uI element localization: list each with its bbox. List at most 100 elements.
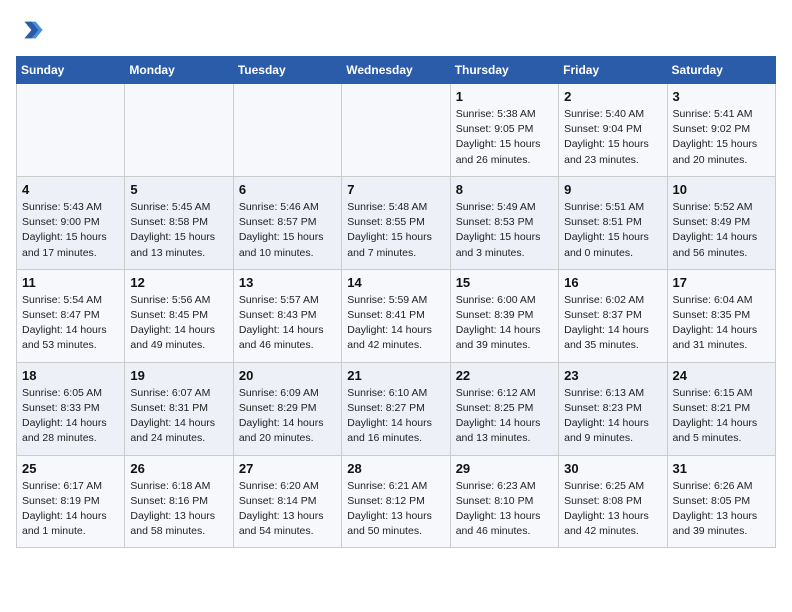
day-number: 6 [239, 182, 336, 197]
week-row-1: 1 Sunrise: 5:38 AM Sunset: 9:05 PM Daylig… [17, 84, 776, 177]
calendar-cell: 12 Sunrise: 5:56 AM Sunset: 8:45 PM Dayli… [125, 269, 233, 362]
day-number: 5 [130, 182, 227, 197]
day-number: 14 [347, 275, 444, 290]
calendar-table: SundayMondayTuesdayWednesdayThursdayFrid… [16, 56, 776, 548]
day-number: 20 [239, 368, 336, 383]
day-number: 19 [130, 368, 227, 383]
calendar-cell [125, 84, 233, 177]
day-number: 28 [347, 461, 444, 476]
header-tuesday: Tuesday [233, 57, 341, 84]
day-info: Sunrise: 6:05 AM Sunset: 8:33 PM Dayligh… [22, 386, 119, 447]
calendar-cell [233, 84, 341, 177]
day-info: Sunrise: 5:48 AM Sunset: 8:55 PM Dayligh… [347, 200, 444, 261]
header-thursday: Thursday [450, 57, 558, 84]
week-row-5: 25 Sunrise: 6:17 AM Sunset: 8:19 PM Dayli… [17, 455, 776, 548]
day-info: Sunrise: 5:43 AM Sunset: 9:00 PM Dayligh… [22, 200, 119, 261]
calendar-cell: 27Sunrise: 6:20 AM Sunset: 8:14 PM Dayli… [233, 455, 341, 548]
page-header [16, 16, 776, 44]
day-info: Sunrise: 6:23 AM Sunset: 8:10 PM Dayligh… [456, 479, 553, 540]
day-info: Sunrise: 5:49 AM Sunset: 8:53 PM Dayligh… [456, 200, 553, 261]
header-sunday: Sunday [17, 57, 125, 84]
day-number: 22 [456, 368, 553, 383]
day-info: Sunrise: 5:40 AM Sunset: 9:04 PM Dayligh… [564, 107, 661, 168]
calendar-cell: 5 Sunrise: 5:45 AM Sunset: 8:58 PM Daylig… [125, 176, 233, 269]
day-info: Sunrise: 5:59 AM Sunset: 8:41 PM Dayligh… [347, 293, 444, 354]
calendar-cell: 14 Sunrise: 5:59 AM Sunset: 8:41 PM Dayli… [342, 269, 450, 362]
calendar-cell: 17 Sunrise: 6:04 AM Sunset: 8:35 PM Dayli… [667, 269, 775, 362]
day-number: 24 [673, 368, 770, 383]
day-number: 2 [564, 89, 661, 104]
day-number: 16 [564, 275, 661, 290]
calendar-cell: 20 Sunrise: 6:09 AM Sunset: 8:29 PM Dayli… [233, 362, 341, 455]
calendar-cell: 26 Sunrise: 6:18 AM Sunset: 8:16 PM Dayli… [125, 455, 233, 548]
day-number: 11 [22, 275, 119, 290]
day-number: 1 [456, 89, 553, 104]
calendar-cell: 22Sunrise: 6:12 AM Sunset: 8:25 PM Dayli… [450, 362, 558, 455]
day-info: Sunrise: 5:41 AM Sunset: 9:02 PM Dayligh… [673, 107, 770, 168]
calendar-cell: 21 Sunrise: 6:10 AM Sunset: 8:27 PM Dayli… [342, 362, 450, 455]
calendar-cell: 23 Sunrise: 6:13 AM Sunset: 8:23 PM Dayli… [559, 362, 667, 455]
day-info: Sunrise: 6:13 AM Sunset: 8:23 PM Dayligh… [564, 386, 661, 447]
day-number: 31 [673, 461, 770, 476]
day-info: Sunrise: 5:46 AM Sunset: 8:57 PM Dayligh… [239, 200, 336, 261]
day-number: 23 [564, 368, 661, 383]
calendar-cell: 15 Sunrise: 6:00 AM Sunset: 8:39 PM Dayli… [450, 269, 558, 362]
day-info: Sunrise: 6:02 AM Sunset: 8:37 PM Dayligh… [564, 293, 661, 354]
calendar-cell: 10 Sunrise: 5:52 AM Sunset: 8:49 PM Dayli… [667, 176, 775, 269]
day-info: Sunrise: 5:51 AM Sunset: 8:51 PM Dayligh… [564, 200, 661, 261]
calendar-cell: 19 Sunrise: 6:07 AM Sunset: 8:31 PM Dayli… [125, 362, 233, 455]
week-row-4: 18 Sunrise: 6:05 AM Sunset: 8:33 PM Dayli… [17, 362, 776, 455]
calendar-cell: 2 Sunrise: 5:40 AM Sunset: 9:04 PM Daylig… [559, 84, 667, 177]
day-info: Sunrise: 6:10 AM Sunset: 8:27 PM Dayligh… [347, 386, 444, 447]
day-number: 30 [564, 461, 661, 476]
day-number: 21 [347, 368, 444, 383]
day-info: Sunrise: 5:56 AM Sunset: 8:45 PM Dayligh… [130, 293, 227, 354]
calendar-cell: 8 Sunrise: 5:49 AM Sunset: 8:53 PM Daylig… [450, 176, 558, 269]
day-info: Sunrise: 6:04 AM Sunset: 8:35 PM Dayligh… [673, 293, 770, 354]
calendar-cell: 11 Sunrise: 5:54 AM Sunset: 8:47 PM Dayli… [17, 269, 125, 362]
day-info: Sunrise: 6:26 AM Sunset: 8:05 PM Dayligh… [673, 479, 770, 540]
day-number: 15 [456, 275, 553, 290]
day-info: Sunrise: 6:18 AM Sunset: 8:16 PM Dayligh… [130, 479, 227, 540]
calendar-cell [342, 84, 450, 177]
day-number: 7 [347, 182, 444, 197]
calendar-cell: 25 Sunrise: 6:17 AM Sunset: 8:19 PM Dayli… [17, 455, 125, 548]
calendar-cell: 6 Sunrise: 5:46 AM Sunset: 8:57 PM Daylig… [233, 176, 341, 269]
day-number: 10 [673, 182, 770, 197]
calendar-cell: 9 Sunrise: 5:51 AM Sunset: 8:51 PM Daylig… [559, 176, 667, 269]
calendar-cell: 13Sunrise: 5:57 AM Sunset: 8:43 PM Dayli… [233, 269, 341, 362]
calendar-cell: 16 Sunrise: 6:02 AM Sunset: 8:37 PM Dayli… [559, 269, 667, 362]
day-number: 26 [130, 461, 227, 476]
day-info: Sunrise: 6:09 AM Sunset: 8:29 PM Dayligh… [239, 386, 336, 447]
day-number: 9 [564, 182, 661, 197]
header-monday: Monday [125, 57, 233, 84]
calendar-cell: 18 Sunrise: 6:05 AM Sunset: 8:33 PM Dayli… [17, 362, 125, 455]
day-info: Sunrise: 5:57 AM Sunset: 8:43 PM Dayligh… [239, 293, 336, 354]
header-wednesday: Wednesday [342, 57, 450, 84]
day-info: Sunrise: 5:54 AM Sunset: 8:47 PM Dayligh… [22, 293, 119, 354]
calendar-cell: 4 Sunrise: 5:43 AM Sunset: 9:00 PM Daylig… [17, 176, 125, 269]
day-number: 25 [22, 461, 119, 476]
day-number: 4 [22, 182, 119, 197]
day-info: Sunrise: 6:00 AM Sunset: 8:39 PM Dayligh… [456, 293, 553, 354]
day-info: Sunrise: 6:25 AM Sunset: 8:08 PM Dayligh… [564, 479, 661, 540]
day-number: 18 [22, 368, 119, 383]
calendar-cell: 3Sunrise: 5:41 AM Sunset: 9:02 PM Daylig… [667, 84, 775, 177]
day-number: 8 [456, 182, 553, 197]
day-info: Sunrise: 5:45 AM Sunset: 8:58 PM Dayligh… [130, 200, 227, 261]
day-number: 17 [673, 275, 770, 290]
day-info: Sunrise: 6:17 AM Sunset: 8:19 PM Dayligh… [22, 479, 119, 540]
day-info: Sunrise: 6:07 AM Sunset: 8:31 PM Dayligh… [130, 386, 227, 447]
week-row-2: 4 Sunrise: 5:43 AM Sunset: 9:00 PM Daylig… [17, 176, 776, 269]
day-info: Sunrise: 5:38 AM Sunset: 9:05 PM Dayligh… [456, 107, 553, 168]
week-row-3: 11 Sunrise: 5:54 AM Sunset: 8:47 PM Dayli… [17, 269, 776, 362]
calendar-cell: 28Sunrise: 6:21 AM Sunset: 8:12 PM Dayli… [342, 455, 450, 548]
day-number: 27 [239, 461, 336, 476]
day-number: 29 [456, 461, 553, 476]
calendar-cell: 24Sunrise: 6:15 AM Sunset: 8:21 PM Dayli… [667, 362, 775, 455]
day-info: Sunrise: 5:52 AM Sunset: 8:49 PM Dayligh… [673, 200, 770, 261]
calendar-cell: 30 Sunrise: 6:25 AM Sunset: 8:08 PM Dayli… [559, 455, 667, 548]
header-row: SundayMondayTuesdayWednesdayThursdayFrid… [17, 57, 776, 84]
calendar-cell: 7 Sunrise: 5:48 AM Sunset: 8:55 PM Daylig… [342, 176, 450, 269]
day-number: 12 [130, 275, 227, 290]
